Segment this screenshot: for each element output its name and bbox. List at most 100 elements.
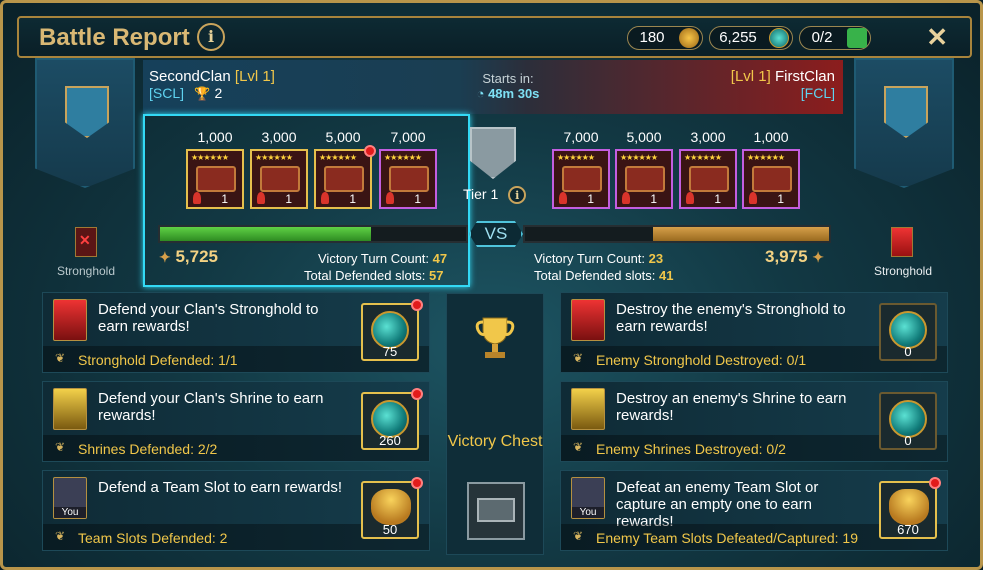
right-clan-info: [Lvl 1] FirstClan [FCL] [731,68,835,102]
destroyed-x-icon: ✕ [79,232,91,248]
chest-count: 1 [650,192,657,206]
wing-icon: ❦ [55,351,66,365]
tier-label: Tier 1 i [463,186,527,204]
timer-value: 48m 30s [488,86,540,101]
chest-count: 1 [285,192,292,206]
mission-reward-button[interactable]: 670 [879,477,941,539]
header-bar: Battle Report i 180 6,255 0/2 ✕ [17,16,972,58]
left-chest-threshold: 5,000 [325,129,361,145]
star-rating-icon: ★★★★★★ [747,153,785,162]
victory-chest-button[interactable] [467,482,525,540]
clan-emblem-icon [884,86,928,138]
mission-reward-button[interactable]: 75 [361,299,423,361]
left-reward-chest[interactable]: ★★★★★★ 1 [250,149,308,209]
tier-info-icon[interactable]: i [508,186,527,204]
info-icon[interactable]: i [197,23,225,51]
right-victory-turns: Victory Turn Count: 23 [534,251,663,266]
stronghold-icon [571,299,605,341]
right-stronghold-label: Stronghold [873,264,933,278]
left-reward-chest[interactable]: ★★★★★★ 1 [379,149,437,209]
mission-status: Enemy Stronghold Destroyed: 0/1 [596,352,807,368]
victory-chest-panel: Victory Chest [446,293,544,555]
mission-reward-button[interactable]: 260 [361,388,423,450]
mission-reward-button[interactable]: 0 [879,392,937,450]
score-medal-icon: ✦ [159,249,171,265]
left-progress-fill [160,227,372,241]
gold-bag-icon [371,489,411,525]
right-mission-card: Destroy an enemy's Shrine to earn reward… [560,381,948,462]
ticket-resource: 0/2 [799,26,871,50]
mission-status: Enemy Team Slots Defeated/Captured: 19 [596,530,859,546]
mission-text: Defend your Clan's Shrine to earn reward… [98,390,324,424]
chest-count: 1 [414,192,421,206]
page-title: Battle Report [39,24,190,51]
gold-value: 180 [639,29,665,46]
mission-status: Shrines Defended: 2/2 [78,441,218,457]
fire-icon [193,192,201,204]
right-reward-chest[interactable]: ★★★★★★ 1 [742,149,800,209]
right-reward-chest[interactable]: ★★★★★★ 1 [615,149,673,209]
right-chest-threshold: 7,000 [563,129,599,145]
reward-amount: 0 [904,433,912,448]
left-mission-card: You Defend a Team Slot to earn rewards! ❦ T… [42,470,430,551]
timer-label: Starts in: [482,71,534,86]
chest-icon [689,166,729,192]
fire-icon [686,192,694,204]
left-clan-level: [Lvl 1] [234,68,275,85]
mission-reward-button[interactable]: 0 [879,303,937,361]
right-reward-chest[interactable]: ★★★★★★ 1 [552,149,610,209]
star-rating-icon: ★★★★★★ [557,153,595,162]
shrine-icon [53,388,87,430]
star-rating-icon: ★★★★★★ [684,153,722,162]
clan-emblem-icon [65,86,109,138]
left-clan-info: SecondClan [Lvl 1] [SCL] 🏆 2 [149,68,275,102]
right-score: 3,975 ✦ [765,247,824,267]
avatar: You [53,477,87,519]
chest-count: 1 [587,192,594,206]
stat-value: 23 [648,251,664,266]
mission-reward-button[interactable]: 50 [361,477,423,539]
right-clan-level: [Lvl 1] [730,68,771,85]
tier-shield-icon [470,127,516,179]
fire-icon [622,192,630,204]
gold-bag-icon [889,489,929,525]
left-chest-threshold: 3,000 [261,129,297,145]
reward-amount: 670 [897,522,919,537]
you-label: You [572,507,604,518]
wing-icon: ❦ [573,351,584,365]
clock-icon: ◔ [476,86,485,101]
right-defended-slots: Total Defended slots: 41 [534,268,674,283]
right-clan-name: FirstClan [774,68,835,85]
left-defended-slots: Total Defended slots: 57 [304,268,444,283]
left-mission-card: Defend your Clan's Shrine to earn reward… [42,381,430,462]
start-timer: Starts in: ◔ 48m 30s [433,71,583,101]
chest-icon [324,166,364,192]
battle-report-window: Battle Report i 180 6,255 0/2 ✕ ✕ Strong… [0,0,983,570]
you-label: You [54,507,86,518]
gem-value: 6,255 [719,29,757,46]
right-reward-chest[interactable]: ★★★★★★ 1 [679,149,737,209]
chest-count: 1 [349,192,356,206]
reward-amount: 75 [382,344,398,359]
wing-icon: ❦ [55,440,66,454]
left-progress-bar [158,225,468,243]
left-mission-card: Defend your Clan's Stronghold to earn re… [42,292,430,373]
left-chest-threshold: 1,000 [197,129,233,145]
right-stronghold-icon[interactable] [891,227,913,257]
reward-amount: 260 [379,433,401,448]
star-rating-icon: ★★★★★★ [255,153,293,162]
clans-bar: SecondClan [Lvl 1] [SCL] 🏆 2 Starts in: … [143,60,843,114]
fire-icon [321,192,329,204]
wing-icon: ❦ [573,529,584,543]
left-reward-chest[interactable]: ★★★★★★ 1 [186,149,244,209]
mission-text: Destroy an enemy's Shrine to earn reward… [616,390,847,424]
left-victory-turns: Victory Turn Count: 47 [318,251,447,266]
close-button[interactable]: ✕ [926,22,948,53]
chest-icon [196,166,236,192]
left-stronghold-icon[interactable]: ✕ [75,227,97,257]
shrine-icon [571,388,605,430]
score-medal-icon: ✦ [812,249,825,265]
right-mission-card: You Defeat an enemy Team Slot or capture … [560,470,948,551]
left-reward-chest[interactable]: ★★★★★★ 1 [314,145,376,209]
star-rating-icon: ★★★★★★ [384,153,422,162]
